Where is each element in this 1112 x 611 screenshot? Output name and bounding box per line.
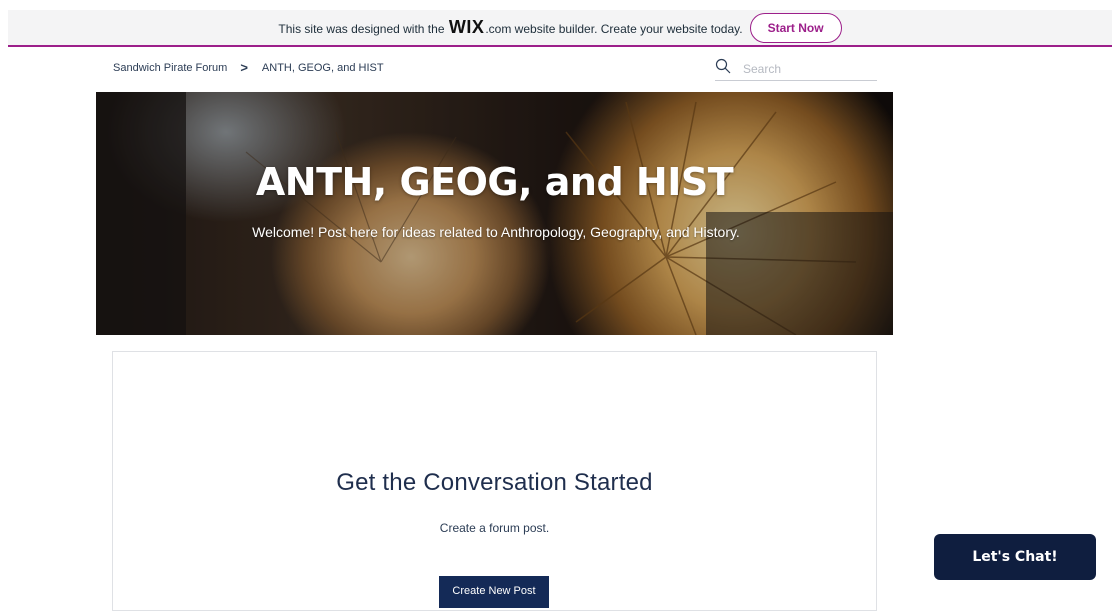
- banner-text-after: .com website builder. Create your websit…: [485, 22, 743, 36]
- breadcrumb: Sandwich Pirate Forum > ANTH, GEOG, and …: [113, 60, 384, 75]
- lets-chat-button[interactable]: Let's Chat!: [934, 534, 1096, 580]
- start-now-button[interactable]: Start Now: [749, 12, 842, 43]
- breadcrumb-link-forum[interactable]: Sandwich Pirate Forum: [113, 62, 227, 74]
- wix-logo: WIX: [448, 17, 485, 37]
- hero-overlay: [96, 92, 893, 335]
- search-box[interactable]: [715, 57, 877, 81]
- breadcrumb-current-category[interactable]: ANTH, GEOG, and HIST: [262, 62, 384, 74]
- banner-text-before: This site was designed with the: [278, 22, 445, 36]
- create-new-post-button[interactable]: Create New Post: [439, 576, 549, 608]
- search-input[interactable]: [741, 60, 861, 77]
- empty-state-title: Get the Conversation Started: [336, 469, 653, 496]
- empty-state-subtitle: Create a forum post.: [439, 521, 550, 535]
- wix-banner: This site was designed with the WIX .com …: [8, 10, 1112, 47]
- posts-empty-state: Get the Conversation Started Create a fo…: [112, 351, 877, 611]
- breadcrumb-separator: >: [240, 60, 248, 75]
- banner-text: This site was designed with the WIX .com …: [278, 17, 742, 38]
- search-icon[interactable]: [715, 58, 731, 79]
- hero-title: ANTH, GEOG, and HIST: [255, 160, 734, 204]
- category-hero: ANTH, GEOG, and HIST Welcome! Post here …: [96, 92, 893, 335]
- hero-subtitle: Welcome! Post here for ideas related to …: [252, 224, 740, 240]
